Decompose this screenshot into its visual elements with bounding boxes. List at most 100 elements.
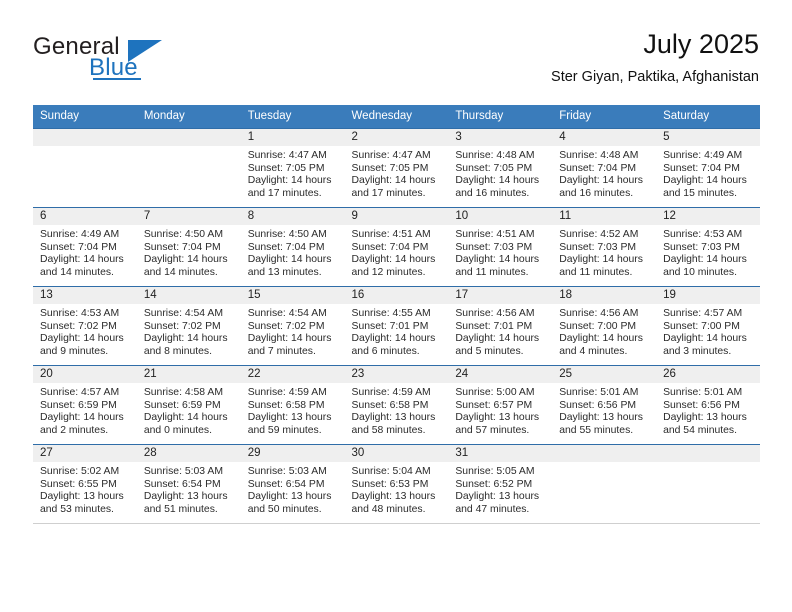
location-subtitle: Ster Giyan, Paktika, Afghanistan (551, 69, 759, 85)
calendar-day-cell[interactable]: 4 Sunrise: 4:48 AM Sunset: 7:04 PM Daylight… (552, 128, 657, 208)
calendar-day-cell[interactable]: 13 Sunrise: 4:53 AM Sunset: 7:02 PM Dayligh… (33, 286, 137, 366)
day-detail-line: Sunrise: 4:47 AM (247, 150, 327, 161)
calendar-day-cell[interactable]: 9 Sunrise: 4:51 AM Sunset: 7:04 PM Daylight… (344, 207, 449, 287)
day-number (552, 445, 657, 462)
calendar-day-cell[interactable]: 24 Sunrise: 5:00 AM Sunset: 6:57 PM Dayligh… (448, 365, 553, 445)
day-detail-line: Sunrise: 5:05 AM (455, 466, 535, 477)
calendar-day-cell[interactable]: 27 Sunrise: 5:02 AM Sunset: 6:55 PM Dayligh… (33, 444, 137, 524)
day-detail-line: and 0 minutes. (143, 424, 213, 436)
calendar-day-cell[interactable]: 6 Sunrise: 4:49 AM Sunset: 7:04 PM Daylight… (33, 207, 137, 287)
page-title: July 2025 (643, 29, 759, 59)
day-detail-line: Sunset: 7:04 PM (663, 162, 740, 174)
day-detail-line: Daylight: 14 hours (455, 254, 540, 266)
day-number: 7 (136, 208, 241, 225)
calendar-day-cell[interactable]: 19 Sunrise: 4:57 AM Sunset: 7:00 PM Dayligh… (656, 286, 760, 366)
calendar-day-cell[interactable]: 18 Sunrise: 4:56 AM Sunset: 7:00 PM Dayligh… (552, 286, 657, 366)
weekday-header-tuesday: Tuesday (240, 105, 345, 129)
calendar-day-cell[interactable]: 7 Sunrise: 4:50 AM Sunset: 7:04 PM Daylight… (136, 207, 241, 287)
day-number: 28 (136, 445, 241, 462)
calendar-day-cell[interactable]: 30 Sunrise: 5:04 AM Sunset: 6:53 PM Dayligh… (344, 444, 449, 524)
day-details: Sunrise: 4:57 AM Sunset: 7:00 PM Daylight:… (656, 304, 760, 358)
title-block: July 2025 Ster Giyan, Paktika, Afghanist… (551, 28, 759, 86)
day-details: Sunrise: 4:57 AM Sunset: 6:59 PM Daylight:… (33, 383, 137, 437)
day-detail-line: Sunset: 7:03 PM (455, 241, 533, 253)
day-detail-line: Sunrise: 5:02 AM (40, 466, 120, 477)
day-number: 1 (240, 129, 345, 146)
calendar-week-row: 1 Sunrise: 4:47 AM Sunset: 7:05 PM Daylight… (33, 128, 760, 208)
day-details: Sunrise: 5:05 AM Sunset: 6:52 PM Daylight:… (448, 462, 552, 516)
day-number: 20 (33, 366, 137, 383)
day-number: 18 (552, 287, 657, 304)
day-details: Sunrise: 5:03 AM Sunset: 6:54 PM Daylight:… (241, 462, 345, 516)
day-detail-line: and 11 minutes. (455, 266, 529, 278)
calendar-day-cell[interactable]: 31 Sunrise: 5:05 AM Sunset: 6:52 PM Dayligh… (448, 444, 553, 524)
day-detail-line: Sunset: 7:03 PM (663, 241, 740, 253)
general-blue-logo[interactable]: General Blue (33, 28, 273, 90)
weekday-header-thursday: Thursday (448, 105, 553, 129)
calendar-day-cell[interactable]: 17 Sunrise: 4:56 AM Sunset: 7:01 PM Dayligh… (448, 286, 553, 366)
calendar-week-row: 6 Sunrise: 4:49 AM Sunset: 7:04 PM Daylight… (33, 207, 760, 287)
day-detail-line: Daylight: 14 hours (247, 333, 332, 345)
day-detail-line: Daylight: 13 hours (455, 491, 540, 503)
day-detail-line: Sunset: 6:56 PM (559, 399, 637, 411)
day-details: Sunrise: 5:04 AM Sunset: 6:53 PM Daylight:… (345, 462, 449, 516)
day-detail-line: Sunset: 6:56 PM (663, 399, 740, 411)
day-number: 22 (240, 366, 345, 383)
day-detail-line: Daylight: 13 hours (559, 412, 643, 424)
day-detail-line: Daylight: 13 hours (351, 491, 436, 503)
day-detail-line: Sunrise: 4:56 AM (455, 308, 535, 319)
day-detail-line: Daylight: 14 hours (351, 175, 436, 187)
day-detail-line: and 4 minutes. (559, 345, 628, 357)
calendar-day-cell[interactable]: 8 Sunrise: 4:50 AM Sunset: 7:04 PM Daylight… (240, 207, 345, 287)
calendar-day-cell[interactable]: 16 Sunrise: 4:55 AM Sunset: 7:01 PM Dayligh… (344, 286, 449, 366)
day-detail-line: Sunrise: 4:48 AM (559, 150, 639, 161)
calendar-day-cell[interactable]: 22 Sunrise: 4:59 AM Sunset: 6:58 PM Dayligh… (240, 365, 345, 445)
day-detail-line: Sunrise: 4:49 AM (40, 229, 120, 240)
day-details: Sunrise: 4:50 AM Sunset: 7:04 PM Daylight:… (241, 225, 345, 279)
calendar-day-cell[interactable]: 20 Sunrise: 4:57 AM Sunset: 6:59 PM Dayligh… (33, 365, 137, 445)
calendar-day-cell[interactable]: 21 Sunrise: 4:58 AM Sunset: 6:59 PM Dayligh… (136, 365, 241, 445)
day-details: Sunrise: 4:58 AM Sunset: 6:59 PM Daylight:… (137, 383, 241, 437)
calendar-day-cell[interactable]: 14 Sunrise: 4:54 AM Sunset: 7:02 PM Dayligh… (136, 286, 241, 366)
calendar-day-cell[interactable]: 15 Sunrise: 4:54 AM Sunset: 7:02 PM Dayligh… (240, 286, 345, 366)
day-detail-line: Sunset: 6:53 PM (351, 478, 429, 490)
day-details: Sunrise: 4:48 AM Sunset: 7:04 PM Daylight:… (552, 146, 656, 200)
day-details: Sunrise: 4:56 AM Sunset: 7:01 PM Daylight:… (448, 304, 552, 358)
day-number: 2 (344, 129, 449, 146)
day-detail-line: and 14 minutes. (40, 266, 114, 278)
day-detail-line: Sunrise: 5:00 AM (455, 387, 535, 398)
day-detail-line: and 2 minutes. (40, 424, 109, 436)
day-detail-line: and 59 minutes. (247, 424, 322, 436)
calendar-day-cell[interactable]: 23 Sunrise: 4:59 AM Sunset: 6:58 PM Dayligh… (344, 365, 449, 445)
day-details: Sunrise: 5:00 AM Sunset: 6:57 PM Daylight:… (448, 383, 552, 437)
day-detail-line: Sunrise: 4:55 AM (351, 308, 431, 319)
day-detail-line: Sunrise: 5:03 AM (143, 466, 223, 477)
calendar-day-cell[interactable]: 25 Sunrise: 5:01 AM Sunset: 6:56 PM Dayligh… (552, 365, 657, 445)
day-detail-line: Sunset: 7:00 PM (663, 320, 740, 332)
day-number: 12 (656, 208, 760, 225)
calendar-day-cell[interactable]: 29 Sunrise: 5:03 AM Sunset: 6:54 PM Dayligh… (240, 444, 345, 524)
calendar-day-cell[interactable]: 28 Sunrise: 5:03 AM Sunset: 6:54 PM Dayligh… (136, 444, 241, 524)
day-detail-line: and 57 minutes. (455, 424, 530, 436)
calendar-empty-cell (552, 444, 657, 524)
day-detail-line: Sunset: 7:04 PM (40, 241, 117, 253)
day-details: Sunrise: 4:50 AM Sunset: 7:04 PM Daylight:… (137, 225, 241, 279)
day-detail-line: Sunrise: 4:49 AM (663, 150, 743, 161)
day-detail-line: Daylight: 14 hours (247, 254, 332, 266)
calendar-day-cell[interactable]: 2 Sunrise: 4:47 AM Sunset: 7:05 PM Daylight… (344, 128, 449, 208)
day-details: Sunrise: 4:52 AM Sunset: 7:03 PM Daylight:… (552, 225, 656, 279)
day-number (33, 129, 137, 146)
day-detail-line: Sunset: 7:02 PM (247, 320, 325, 332)
calendar-day-cell[interactable]: 10 Sunrise: 4:51 AM Sunset: 7:03 PM Dayligh… (448, 207, 553, 287)
calendar-day-cell[interactable]: 11 Sunrise: 4:52 AM Sunset: 7:03 PM Dayligh… (552, 207, 657, 287)
day-detail-line: and 12 minutes. (351, 266, 426, 278)
day-detail-line: and 53 minutes. (40, 503, 114, 515)
calendar-day-cell[interactable]: 1 Sunrise: 4:47 AM Sunset: 7:05 PM Daylight… (240, 128, 345, 208)
calendar-day-cell[interactable]: 3 Sunrise: 4:48 AM Sunset: 7:05 PM Daylight… (448, 128, 553, 208)
day-detail-line: and 17 minutes. (247, 187, 322, 199)
day-detail-line: and 3 minutes. (663, 345, 732, 357)
calendar-day-cell[interactable]: 12 Sunrise: 4:53 AM Sunset: 7:03 PM Dayligh… (656, 207, 760, 287)
day-detail-line: and 16 minutes. (559, 187, 634, 199)
calendar-day-cell[interactable]: 26 Sunrise: 5:01 AM Sunset: 6:56 PM Dayligh… (656, 365, 760, 445)
calendar-day-cell[interactable]: 5 Sunrise: 4:49 AM Sunset: 7:04 PM Daylight… (656, 128, 760, 208)
